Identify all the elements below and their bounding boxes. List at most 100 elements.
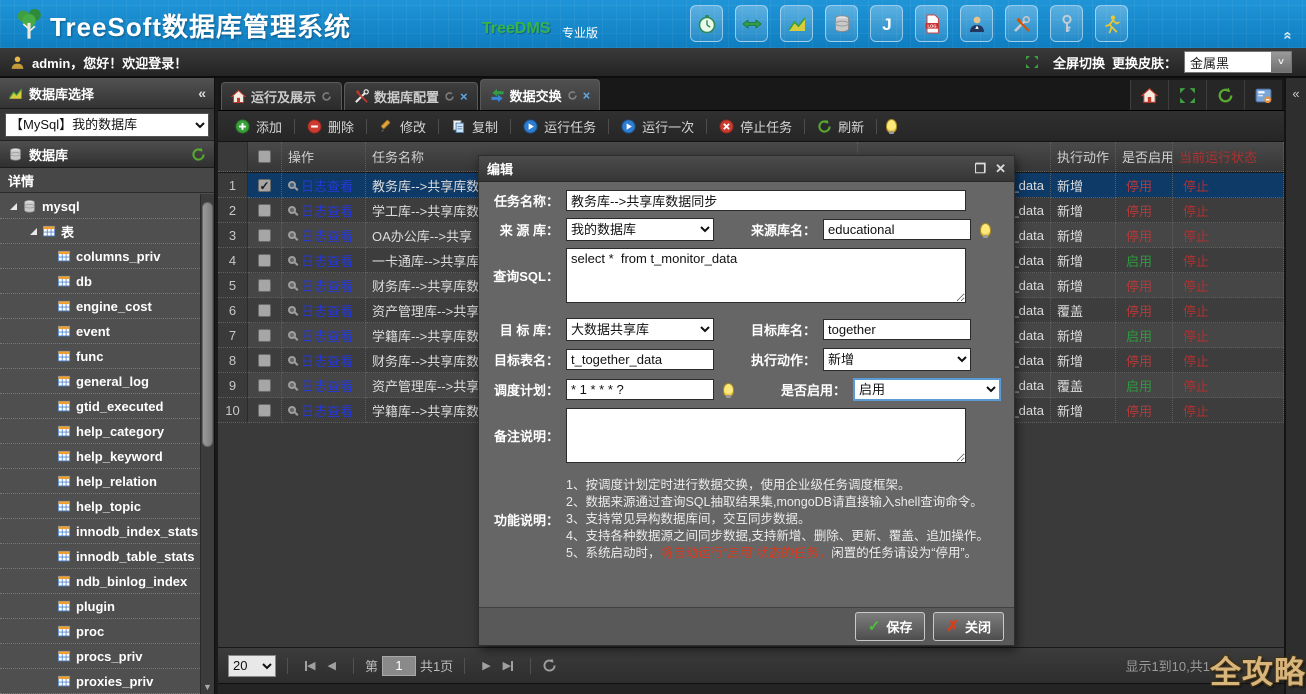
exec-action-select[interactable]: 新增 [823, 348, 971, 371]
log-view-link[interactable]: 日志查看 [301, 226, 353, 245]
collapse-sidebar-icon[interactable]: « [198, 85, 206, 101]
run-once-button[interactable]: 运行一次 [618, 117, 697, 136]
tree-refresh-icon[interactable] [191, 147, 206, 162]
remark-textarea[interactable] [566, 408, 966, 463]
collapse-banner-icon[interactable]: « [1280, 31, 1295, 39]
page-number-input[interactable] [382, 656, 416, 676]
row-checkbox[interactable] [258, 254, 271, 267]
task-name-input[interactable] [566, 190, 966, 211]
j-console-icon[interactable]: J [870, 5, 903, 42]
tab-数据交换[interactable]: 数据交换 × [480, 79, 601, 110]
tree-table-item[interactable]: procs_priv [0, 644, 200, 669]
log-view-link[interactable]: 日志查看 [301, 326, 353, 345]
log-view-link[interactable]: 日志查看 [301, 401, 353, 420]
expander-icon[interactable] [10, 203, 17, 210]
tree-table-item[interactable]: help_keyword [0, 444, 200, 469]
tools-icon[interactable] [1005, 5, 1038, 42]
tree-table-item[interactable]: engine_cost [0, 294, 200, 319]
tree-table-item[interactable]: func [0, 344, 200, 369]
copy-button[interactable]: 复制 [448, 117, 501, 136]
first-page-button[interactable]: ◀ [299, 659, 321, 672]
tab-close-icon[interactable]: × [460, 90, 468, 103]
tree-table-item[interactable]: help_topic [0, 494, 200, 519]
save-button[interactable]: ✓ 保存 [855, 612, 926, 641]
tree-table-item[interactable]: general_log [0, 369, 200, 394]
log-view-link[interactable]: 日志查看 [301, 301, 353, 320]
log-file-icon[interactable]: LOG [915, 5, 948, 42]
tree-table-item[interactable]: plugin [0, 594, 200, 619]
target-db-select[interactable]: 大数据共享库 [566, 318, 714, 341]
tree-table-item[interactable]: innodb_table_stats [0, 544, 200, 569]
row-checkbox[interactable] [258, 179, 271, 192]
refresh-tabs-button[interactable] [1206, 80, 1244, 110]
sync-arrows-icon[interactable] [735, 5, 768, 42]
next-page-button[interactable]: ▶ [476, 659, 496, 672]
timer-icon[interactable] [690, 5, 723, 42]
hint-bulb-icon[interactable] [980, 223, 991, 237]
target-table-input[interactable] [566, 349, 714, 370]
skin-select[interactable]: 金属黑 ˅ [1184, 51, 1292, 73]
fullscreen-icon[interactable] [1025, 55, 1039, 69]
home-button[interactable] [1130, 80, 1168, 110]
tree-table-item[interactable]: innodb_index_stats [0, 519, 200, 544]
tree-table-item[interactable]: proc [0, 619, 200, 644]
east-collapse-strip[interactable]: « [1284, 78, 1306, 694]
row-checkbox[interactable] [258, 204, 271, 217]
tab-close-icon[interactable]: × [583, 89, 591, 102]
select-all-checkbox[interactable] [258, 150, 271, 163]
chart-icon[interactable] [780, 5, 813, 42]
tab-运行及展示[interactable]: 运行及展示 [221, 82, 342, 110]
dialog-close-icon[interactable]: ✕ [995, 162, 1006, 175]
scrollbar-down-icon[interactable]: ▼ [201, 682, 214, 692]
schedule-hint-bulb-icon[interactable] [723, 383, 734, 397]
sidebar-scrollbar[interactable]: ▼ [200, 194, 214, 694]
tree-node-tables[interactable]: 表 [0, 219, 200, 244]
run-task-button[interactable]: 运行任务 [520, 117, 599, 136]
key-icon[interactable] [1050, 5, 1083, 42]
tab-数据库配置[interactable]: 数据库配置 × [344, 82, 478, 110]
log-view-link[interactable]: 日志查看 [301, 276, 353, 295]
delete-button[interactable]: 删除 [304, 117, 357, 136]
tree-table-item[interactable]: ndb_binlog_index [0, 569, 200, 594]
query-sql-textarea[interactable]: select * from t_monitor_data [566, 248, 966, 303]
log-view-link[interactable]: 日志查看 [301, 351, 353, 370]
tree-table-item[interactable]: help_relation [0, 469, 200, 494]
target-db-name-input[interactable] [823, 319, 971, 340]
reload-grid-icon[interactable] [542, 658, 557, 673]
tree-table-item[interactable]: db [0, 269, 200, 294]
row-checkbox[interactable] [258, 229, 271, 242]
session-icon[interactable] [1095, 5, 1128, 42]
schedule-input[interactable] [566, 379, 714, 400]
tree-node-mysql[interactable]: mysql [0, 194, 200, 219]
row-checkbox[interactable] [258, 404, 271, 417]
tree-table-item[interactable]: event [0, 319, 200, 344]
row-checkbox[interactable] [258, 329, 271, 342]
expand-all-button[interactable] [1168, 80, 1206, 110]
log-view-link[interactable]: 日志查看 [301, 251, 353, 270]
database-icon[interactable] [825, 5, 858, 42]
tree-table-item[interactable]: gtid_executed [0, 394, 200, 419]
page-size-select[interactable]: 20 [228, 655, 276, 677]
fullscreen-toggle[interactable]: 全屏切换 [1053, 53, 1105, 72]
source-db-name-input[interactable] [823, 219, 971, 240]
tree-table-item[interactable]: help_category [0, 419, 200, 444]
database-select[interactable]: 【MySql】我的数据库 [5, 113, 209, 137]
refresh-button[interactable]: 刷新 [814, 117, 867, 136]
add-button[interactable]: 添加 [232, 117, 285, 136]
log-view-link[interactable]: 日志查看 [301, 176, 353, 195]
log-view-link[interactable]: 日志查看 [301, 201, 353, 220]
close-all-tabs-button[interactable] [1244, 80, 1282, 110]
expander-icon[interactable] [30, 228, 37, 235]
user-admin-icon[interactable] [960, 5, 993, 42]
row-checkbox[interactable] [258, 279, 271, 292]
tab-refresh-icon[interactable] [567, 90, 578, 101]
maximize-icon[interactable]: ❒ [974, 162, 986, 175]
dialog-titlebar[interactable]: 编辑 ❒ ✕ [479, 156, 1014, 182]
enabled-select[interactable]: 启用 [853, 378, 1001, 401]
tree-table-item[interactable]: columns_priv [0, 244, 200, 269]
scrollbar-thumb[interactable] [202, 202, 213, 447]
prev-page-button[interactable]: ◀ [321, 659, 341, 672]
row-checkbox[interactable] [258, 379, 271, 392]
row-checkbox[interactable] [258, 354, 271, 367]
row-checkbox[interactable] [258, 304, 271, 317]
